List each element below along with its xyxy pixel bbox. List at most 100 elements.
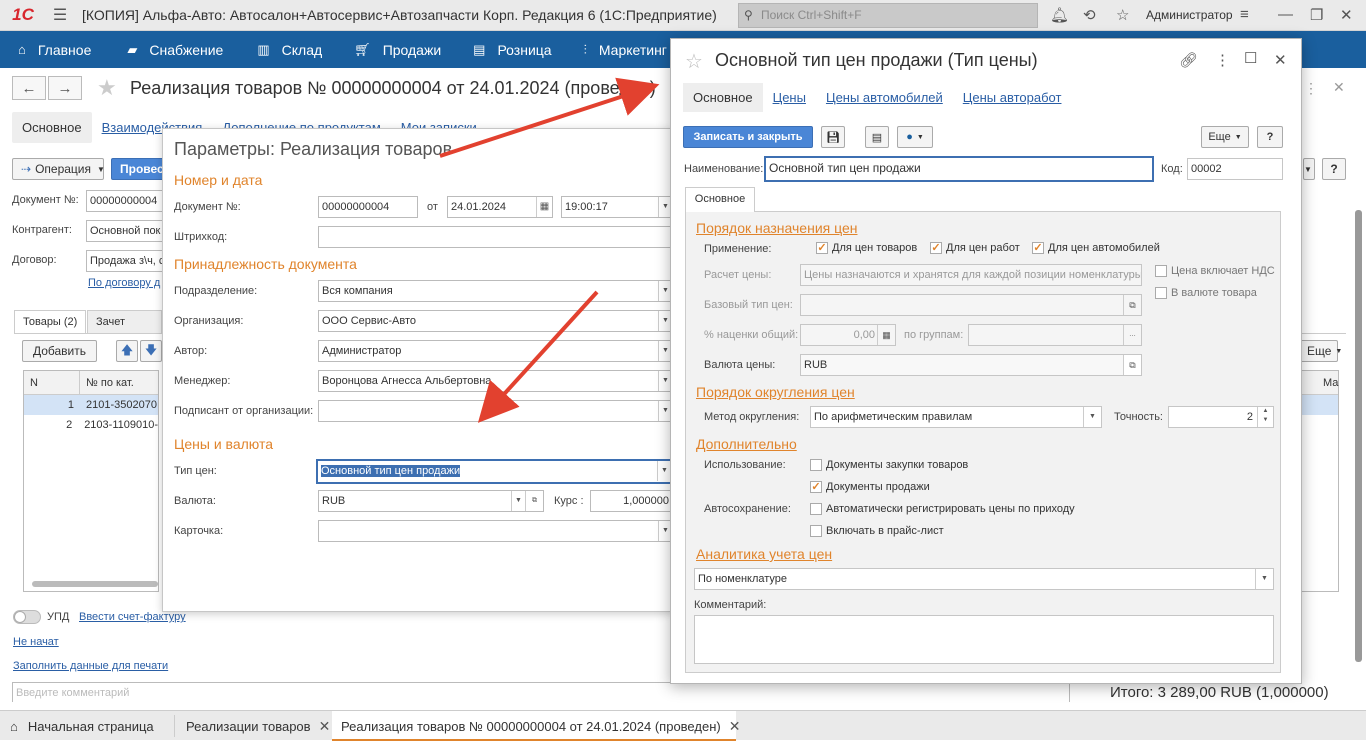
h-scrollbar[interactable] [32,581,158,587]
checkbox-vat[interactable] [1155,265,1167,277]
tab-main[interactable]: Основное [683,83,763,112]
more-dropdown-button[interactable]: ▼ [1303,158,1315,180]
date-field[interactable]: 24.01.2024 ▦ [447,196,553,218]
col-cat[interactable]: № по кат. [80,371,140,394]
close-tab-icon[interactable]: ✕ [729,718,741,735]
signer-field[interactable]: ▼ [318,400,673,422]
save-icon[interactable]: 💾︎ [821,126,845,148]
back-button[interactable]: ← [12,76,46,100]
restore-icon[interactable]: ❐ [1310,6,1323,24]
more-icon[interactable]: ⋮ [1304,80,1318,97]
fill-print-link[interactable]: Заполнить данные для печати [13,660,168,672]
link-icon[interactable]: 🔗︎ [1179,51,1198,69]
forward-button[interactable]: → [48,76,82,100]
checkbox-sales[interactable]: ✓ [810,481,822,493]
open-icon[interactable]: ⧉ [525,491,543,511]
rate-field[interactable]: 1,000000 [590,490,673,512]
section-extra[interactable]: Дополнительно [696,436,797,452]
currency-field[interactable]: RUB ⧉ [800,354,1142,376]
open-icon[interactable]: ⧉ [1123,355,1141,375]
favorite-star-icon[interactable]: ★ [97,75,117,101]
tab-car-prices[interactable]: Цены автомобилей [816,83,953,112]
menu-icon[interactable]: ☰ [46,5,74,25]
menu-item-warehouse[interactable]: ▥ Склад [257,42,322,58]
inner-tab-main[interactable]: Основное [685,187,755,212]
help-button[interactable]: ? [1322,158,1346,180]
report-icon[interactable]: ▤ [865,126,889,148]
table-row[interactable]: 2 2103-1109010- [24,415,158,435]
author-field[interactable]: Администратор ▼ [318,340,673,362]
user-name[interactable]: Администратор [1146,8,1233,22]
settings-icon[interactable]: ≡ [1240,6,1249,23]
tab-advance[interactable]: Зачет аванс [87,310,162,334]
analytics-field[interactable]: По номенклатуре ▼ [694,568,1274,590]
checkbox-autoreg[interactable] [810,503,822,515]
chevron-down-icon[interactable]: ▼ [511,491,525,511]
checkbox-works[interactable]: ✓ [930,242,942,254]
add-button[interactable]: Добавить [22,340,97,362]
save-close-button[interactable]: Записать и закрыть [683,126,813,148]
contract-field[interactable]: Продажа з\ч, с [86,250,166,272]
menu-item-main[interactable]: ⌂ Главное [18,42,91,58]
more-icon[interactable]: ⋮ [1215,51,1230,69]
precision-field[interactable]: 2 ▲ ▼ [1168,406,1274,428]
tab-work-prices[interactable]: Цены авторабот [953,83,1072,112]
comment-field[interactable] [694,615,1274,664]
checkbox-purchase[interactable] [810,459,822,471]
minimize-icon[interactable]: — [1278,6,1293,23]
by-contract-link[interactable]: По договору д [88,277,160,289]
barcode-field[interactable] [318,226,673,248]
chevron-down-icon[interactable]: ▼ [657,461,671,481]
help-button[interactable]: ? [1257,126,1283,148]
search-input[interactable]: ⚲ Поиск Ctrl+Shift+F [738,3,1038,28]
checkbox-in-currency[interactable] [1155,287,1167,299]
calendar-icon[interactable]: ▦ [536,197,552,217]
chevron-down-icon[interactable]: ▼ [1255,569,1273,589]
section-analytics[interactable]: Аналитика учета цен [696,546,832,562]
move-up-icon[interactable]: 🡅 [116,340,138,362]
menu-item-sales[interactable]: 🛒︎ Продажи [354,42,441,58]
tab-main[interactable]: Основное [12,112,92,143]
more-button-2[interactable]: Еще ▼ [1298,340,1342,362]
doc-no-field[interactable]: 00000000004 [318,196,418,218]
section-price-assignment[interactable]: Порядок назначения цен [696,220,858,236]
menu-item-supply[interactable]: ▰ Снабжение [127,42,223,58]
tab-prices[interactable]: Цены [763,83,816,112]
checkbox-goods[interactable]: ✓ [816,242,828,254]
section-rounding[interactable]: Порядок округления цен [696,384,855,400]
close-icon[interactable]: ✕ [1340,6,1353,24]
stepper-icon[interactable]: ▲ ▼ [1257,407,1273,427]
table-row[interactable] [1301,395,1338,415]
currency-field[interactable]: RUB ▼ ⧉ [318,490,544,512]
not-started-link[interactable]: Не начат [13,636,59,648]
bell-icon[interactable]: 🔔︎ [1050,6,1069,24]
move-down-icon[interactable]: 🡇 [140,340,162,362]
actions-button[interactable]: ● ▼ [897,126,933,148]
division-field[interactable]: Вся компания ▼ [318,280,673,302]
invoice-link[interactable]: Ввести счет-фактуру [79,611,186,623]
tab-sales-list[interactable]: Реализации товаров ✕ [176,711,340,741]
checkbox-pricelist[interactable] [810,525,822,537]
menu-item-retail[interactable]: ▤ Розница [473,42,551,58]
contractor-field[interactable]: Основной пок [86,220,166,242]
name-field[interactable]: Основной тип цен продажи [764,156,1154,182]
manager-field[interactable]: Воронцова Агнесса Альбертовна ▼ [318,370,673,392]
menu-item-marketing[interactable]: ⫶ Маркетинг [584,42,667,58]
more-button[interactable]: Еще ▼ [1201,126,1249,148]
tab-home[interactable]: ⌂ Начальная страница [0,711,164,741]
close-doc-icon[interactable]: ✕ [1333,79,1345,96]
upd-toggle[interactable] [13,610,41,624]
tab-goods[interactable]: Товары (2) [14,310,87,334]
price-type-field[interactable]: Основной тип цен продажи ▼ [316,459,673,484]
org-field[interactable]: ООО Сервис-Авто ▼ [318,310,673,332]
code-field[interactable]: 00002 [1187,158,1283,180]
star-icon[interactable]: ☆ [1116,6,1129,24]
checkbox-cars[interactable]: ✓ [1032,242,1044,254]
chevron-down-icon[interactable]: ▼ [1083,407,1101,427]
doc-no-field[interactable]: 00000000004 [86,190,166,212]
close-icon[interactable]: ✕ [1274,51,1287,69]
maximize-icon[interactable]: ☐ [1244,49,1257,67]
close-tab-icon[interactable]: ✕ [319,718,331,735]
favorite-star-icon[interactable]: ☆ [685,49,703,74]
v-scrollbar[interactable] [1355,210,1362,662]
